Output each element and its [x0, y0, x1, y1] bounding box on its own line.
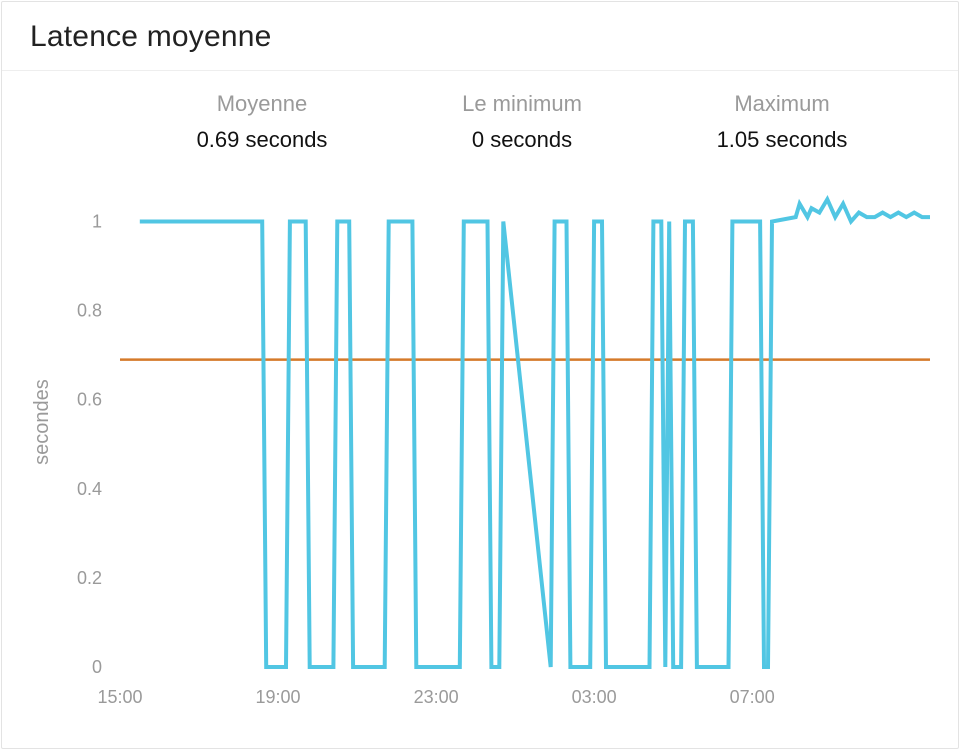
- x-tick-label: 07:00: [730, 687, 775, 707]
- stat-average-value: 0.69 seconds: [162, 127, 362, 153]
- stat-minimum: Le minimum 0 seconds: [422, 91, 622, 153]
- latency-series-line: [140, 199, 930, 667]
- stats-row: Moyenne 0.69 seconds Le minimum 0 second…: [162, 71, 958, 161]
- latency-chart: 0 0.2 0.4 0.6 0.8 1 secondes 15:00 19:00 23:00 03:…: [20, 167, 940, 727]
- chart-area: 0 0.2 0.4 0.6 0.8 1 secondes 15:00 19:00 23:00 03:…: [20, 167, 940, 727]
- y-tick-label: 0.6: [77, 390, 102, 410]
- stat-maximum-value: 1.05 seconds: [682, 127, 882, 153]
- y-tick-label: 0.2: [77, 568, 102, 588]
- panel-title: Latence moyenne: [30, 20, 930, 54]
- latency-panel: Latence moyenne Moyenne 0.69 seconds Le …: [1, 1, 959, 749]
- x-tick-label: 03:00: [572, 687, 617, 707]
- y-tick-label: 0.4: [77, 479, 102, 499]
- stat-average: Moyenne 0.69 seconds: [162, 91, 362, 153]
- stat-minimum-label: Le minimum: [422, 91, 622, 117]
- y-tick-label: 0.8: [77, 301, 102, 321]
- panel-header: Latence moyenne: [2, 2, 958, 71]
- y-axis-title: secondes: [31, 379, 53, 465]
- stat-average-label: Moyenne: [162, 91, 362, 117]
- x-tick-label: 23:00: [414, 687, 459, 707]
- x-tick-label: 15:00: [97, 687, 142, 707]
- y-tick-label: 0: [92, 657, 102, 677]
- y-tick-label: 1: [92, 212, 102, 232]
- stat-maximum-label: Maximum: [682, 91, 882, 117]
- x-tick-label: 19:00: [256, 687, 301, 707]
- stat-minimum-value: 0 seconds: [422, 127, 622, 153]
- stat-maximum: Maximum 1.05 seconds: [682, 91, 882, 153]
